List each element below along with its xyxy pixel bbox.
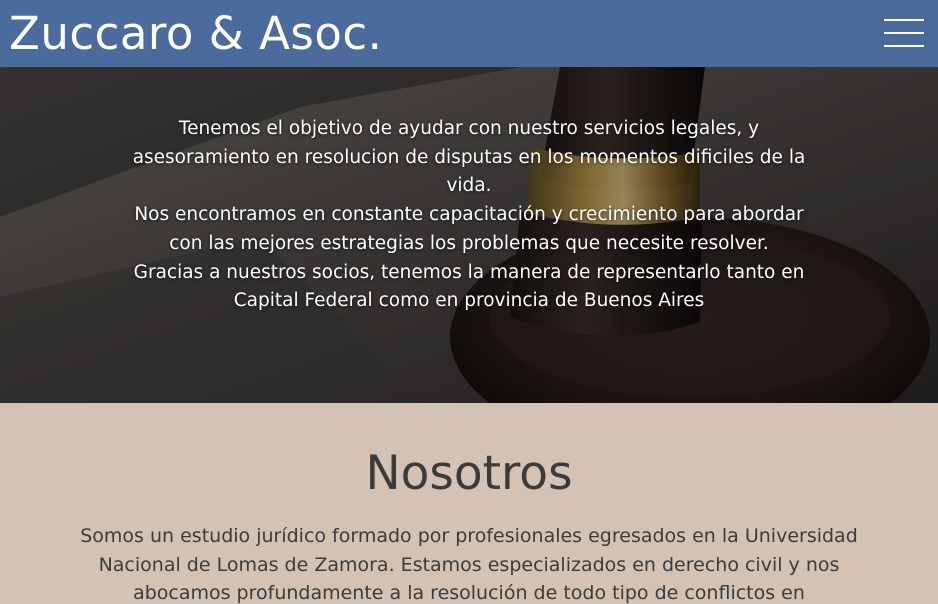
hero-section: Tenemos el objetivo de ayudar con nuestr… — [0, 67, 938, 403]
hero-paragraph-2: Nos encontramos en constante capacitació… — [134, 204, 804, 254]
hero-paragraph-3: Gracias a nuestros socios, tenemos la ma… — [133, 261, 805, 312]
hero-paragraph-1: Tenemos el objetivo de ayudar con nuestr… — [132, 118, 806, 197]
about-section: Nosotros Somos un estudio jurídico forma… — [0, 403, 938, 604]
navbar: Zuccaro & Asoc. — [0, 0, 938, 67]
section-title: Nosotros — [365, 446, 573, 501]
about-text: Somos un estudio jurídico formado por pr… — [80, 525, 858, 604]
hero-text: Tenemos el objetivo de ayudar con nuestr… — [130, 115, 808, 316]
hamburger-menu-button[interactable] — [878, 13, 930, 53]
brand-logo[interactable]: Zuccaro & Asoc. — [9, 5, 382, 63]
